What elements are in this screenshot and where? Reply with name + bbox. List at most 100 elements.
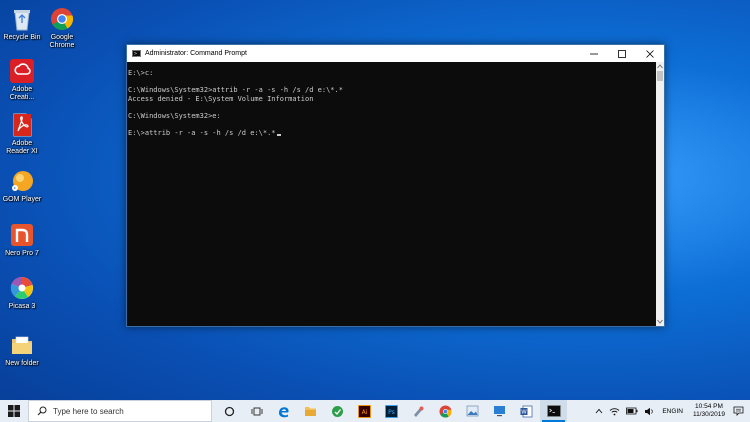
taskbar-photos[interactable] xyxy=(459,400,486,422)
taskbar-edge[interactable] xyxy=(270,400,297,422)
start-button[interactable] xyxy=(0,400,28,422)
taskbar-paint[interactable] xyxy=(405,400,432,422)
desktop-icon-google-chrome[interactable]: Google Chrome xyxy=(40,6,84,50)
command-prompt-icon: >_ xyxy=(132,50,141,57)
console-current-command: E:\>attrib -r -a -s -h /s /d e:\*.* xyxy=(128,129,276,138)
taskbar-chrome[interactable] xyxy=(432,400,459,422)
folder-icon xyxy=(305,407,316,416)
cortana-button[interactable] xyxy=(216,400,243,422)
close-button[interactable] xyxy=(636,45,664,62)
vertical-scrollbar[interactable] xyxy=(656,62,664,326)
nero-icon xyxy=(9,222,35,248)
clock-time: 10:54 PM xyxy=(695,403,723,410)
console-line: Access denied - E:\System Volume Informa… xyxy=(128,94,314,103)
input-language-button[interactable]: ENG IN xyxy=(662,408,683,415)
taskbar-word[interactable]: W xyxy=(513,400,540,422)
region-code: IN xyxy=(676,407,683,415)
desktop-icon-adobe-creative[interactable]: Adobe Creati... xyxy=(0,58,44,102)
folder-icon xyxy=(9,332,35,358)
chevron-up-icon xyxy=(596,408,603,414)
volume-button[interactable] xyxy=(644,407,655,416)
taskbar-search-box[interactable]: Type here to search xyxy=(28,400,212,422)
desktop-icon-picasa[interactable]: Picasa 3 xyxy=(0,275,44,311)
speaker-icon xyxy=(645,407,654,415)
title-bar[interactable]: >_ Administrator: Command Prompt xyxy=(127,45,664,62)
edge-icon xyxy=(279,406,289,417)
svg-text:Ai: Ai xyxy=(362,409,368,416)
desktop-icon-label: GOM Player xyxy=(2,196,42,203)
command-prompt-window[interactable]: >_ Administrator: Command Prompt E:\>c: … xyxy=(126,44,665,327)
desktop-icon-label: Adobe Reader XI xyxy=(6,140,38,155)
desktop-icon-new-folder[interactable]: New folder xyxy=(0,332,44,368)
desktop-icon-label: Recycle Bin xyxy=(3,34,41,41)
battery-icon xyxy=(626,407,638,415)
monitor-icon xyxy=(494,406,505,417)
svg-text:Ps: Ps xyxy=(388,409,395,416)
minimize-icon xyxy=(590,53,598,54)
desktop-icon-label: Nero Pro 7 xyxy=(5,250,39,257)
taskbar-photoshop[interactable]: Ps xyxy=(378,400,405,422)
close-icon xyxy=(646,49,654,58)
maximize-icon xyxy=(618,49,626,58)
gom-player-icon xyxy=(9,168,35,194)
network-status-button[interactable] xyxy=(609,407,620,416)
scroll-down-button[interactable] xyxy=(656,317,664,326)
notification-icon xyxy=(733,406,744,416)
scrollbar-thumb[interactable] xyxy=(657,71,663,81)
search-icon xyxy=(37,406,47,416)
console-output[interactable]: E:\>c: C:\Windows\System32>attrib -r -a … xyxy=(127,62,656,326)
text-cursor xyxy=(276,134,281,137)
adobe-creative-cloud-icon xyxy=(9,58,35,84)
chevron-down-icon xyxy=(657,319,663,324)
adobe-reader-icon xyxy=(9,112,35,138)
system-tray: ENG IN 10:54 PM 11/30/2019 xyxy=(592,400,750,422)
taskbar-file-explorer[interactable] xyxy=(297,400,324,422)
console-line: C:\Windows\System32>attrib -r -a -s -h /… xyxy=(128,86,343,95)
maximize-button[interactable] xyxy=(608,45,636,62)
search-placeholder: Type here to search xyxy=(53,406,124,416)
taskbar: Type here to search Ai Ps W ENG IN 10:54… xyxy=(0,400,750,422)
clock-button[interactable]: 10:54 PM 11/30/2019 xyxy=(693,403,725,419)
desktop-icon-adobe-reader[interactable]: Adobe Reader XI xyxy=(0,112,44,156)
cortana-icon xyxy=(224,406,235,416)
photoshop-icon: Ps xyxy=(385,404,398,418)
taskbar-app-green[interactable] xyxy=(324,400,351,422)
chrome-icon xyxy=(439,405,452,418)
desktop-icon-nero[interactable]: Nero Pro 7 xyxy=(0,222,44,258)
desktop-icon-label: New folder xyxy=(5,360,39,367)
desktop-icon-gom-player[interactable]: GOM Player xyxy=(0,168,44,204)
picasa-icon xyxy=(9,275,35,301)
battery-button[interactable] xyxy=(626,407,638,415)
taskbar-illustrator[interactable]: Ai xyxy=(351,400,378,422)
app-icon xyxy=(332,405,343,417)
illustrator-icon: Ai xyxy=(358,404,371,418)
chevron-up-icon xyxy=(657,64,663,69)
console-input-line[interactable]: E:\>attrib -r -a -s -h /s /d e:\*.* xyxy=(128,129,656,138)
action-center-button[interactable] xyxy=(733,406,744,416)
photos-icon xyxy=(466,405,479,417)
console-line: C:\Windows\System32>e: xyxy=(128,111,221,120)
command-prompt-icon xyxy=(546,405,561,417)
scroll-up-button[interactable] xyxy=(656,62,664,71)
desktop-icon-label: Adobe Creati... xyxy=(9,86,35,101)
paint-icon xyxy=(414,406,424,417)
desktop-icon-label: Picasa 3 xyxy=(8,303,36,310)
taskbar-app-screen[interactable] xyxy=(486,400,513,422)
windows-logo-icon xyxy=(8,405,20,417)
console-line: E:\>c: xyxy=(128,69,154,77)
taskbar-command-prompt[interactable] xyxy=(540,400,567,422)
chrome-icon xyxy=(49,6,75,32)
show-hidden-icons-button[interactable] xyxy=(595,408,603,414)
desktop-icon-recycle-bin[interactable]: Recycle Bin xyxy=(0,6,44,42)
desktop-icon-label: Google Chrome xyxy=(49,34,75,49)
word-icon: W xyxy=(520,405,533,417)
minimize-button[interactable] xyxy=(580,45,608,62)
window-title: Administrator: Command Prompt xyxy=(145,50,247,57)
svg-text:W: W xyxy=(521,409,527,415)
task-view-icon xyxy=(251,407,262,415)
clock-date: 11/30/2019 xyxy=(692,411,725,418)
task-view-button[interactable] xyxy=(243,400,270,422)
